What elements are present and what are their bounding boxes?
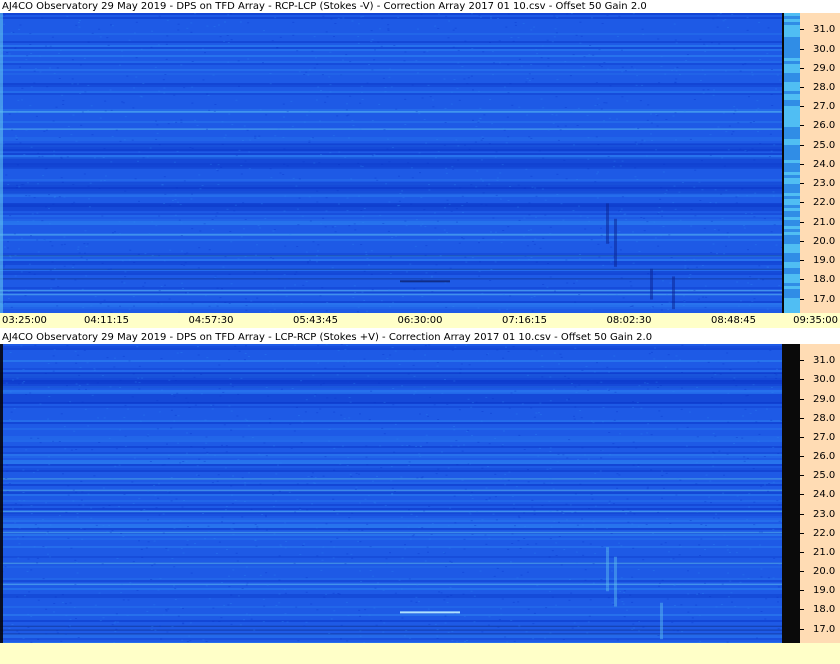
panel1-x-axis: 03:25:00 04:11:15 04:57:30 05:43:45 06:30:00… <box>0 313 840 328</box>
x-tick-label: 04:11:15 <box>84 315 129 326</box>
y-tick-label: 26.0 <box>800 119 840 133</box>
y-tick-label: 17.0 <box>800 293 840 307</box>
y-tick-label: 25.0 <box>800 469 840 483</box>
y-tick-label: 24.0 <box>800 488 840 502</box>
panel1-title: AJ4CO Observatory 29 May 2019 - DPS on T… <box>0 0 840 13</box>
x-tick-label: 07:16:15 <box>502 315 547 326</box>
panel2-x-axis <box>0 643 840 664</box>
panel2-spectrogram <box>0 344 782 643</box>
y-tick-label: 19.0 <box>800 584 840 598</box>
y-tick-label: 20.0 <box>800 565 840 579</box>
panel1-spectrogram-svg <box>0 13 782 313</box>
y-tick-label: 28.0 <box>800 412 840 426</box>
y-tick-label: 18.0 <box>800 273 840 287</box>
panel2-spectrogram-svg <box>0 344 782 643</box>
y-tick-label: 19.0 <box>800 254 840 268</box>
y-tick-label: 17.0 <box>800 623 840 637</box>
y-tick-label: 28.0 <box>800 81 840 95</box>
x-tick-label: 08:02:30 <box>606 315 652 326</box>
x-tick-label: 09:35:00 <box>793 315 838 326</box>
y-tick-label: 18.0 <box>800 603 840 617</box>
y-tick-label: 23.0 <box>800 508 840 522</box>
y-tick-label: 30.0 <box>800 373 840 387</box>
y-tick-label: 31.0 <box>800 23 840 37</box>
panel1-right-strip <box>782 13 800 313</box>
y-tick-label: 25.0 <box>800 139 840 153</box>
y-tick-label: 24.0 <box>800 158 840 172</box>
y-tick-label: 27.0 <box>800 100 840 114</box>
panel1-y-axis: 31.0 30.0 29.0 28.0 27.0 26.0 25.0 24.0 23.0 22.0… <box>800 13 840 313</box>
panel2-y-axis: 31.0 30.0 29.0 28.0 27.0 26.0 25.0 24.0 23.0 22.0… <box>800 344 840 643</box>
y-tick-label: 23.0 <box>800 177 840 191</box>
y-tick-label: 21.0 <box>800 546 840 560</box>
x-tick-label: 06:30:00 <box>397 315 443 326</box>
y-tick-label: 31.0 <box>800 354 840 368</box>
y-tick-label: 20.0 <box>800 235 840 249</box>
y-tick-label: 29.0 <box>800 62 840 76</box>
x-tick-label: 05:43:45 <box>293 315 338 326</box>
y-tick-label: 26.0 <box>800 450 840 464</box>
y-tick-label: 29.0 <box>800 393 840 407</box>
burst-feature <box>400 611 460 614</box>
panel1-spectrogram <box>0 13 782 313</box>
y-tick-label: 30.0 <box>800 43 840 57</box>
y-tick-label: 27.0 <box>800 431 840 445</box>
panel2-right-strip <box>782 344 800 643</box>
y-tick-label: 22.0 <box>800 196 840 210</box>
x-tick-label: 08:48:45 <box>711 315 756 326</box>
panel2-title: AJ4CO Observatory 29 May 2019 - DPS on T… <box>0 331 840 344</box>
y-tick-label: 22.0 <box>800 527 840 541</box>
x-tick-label: 03:25:00 <box>2 315 47 326</box>
x-tick-label: 04:57:30 <box>188 315 234 326</box>
y-tick-label: 21.0 <box>800 216 840 230</box>
burst-feature <box>400 280 450 283</box>
